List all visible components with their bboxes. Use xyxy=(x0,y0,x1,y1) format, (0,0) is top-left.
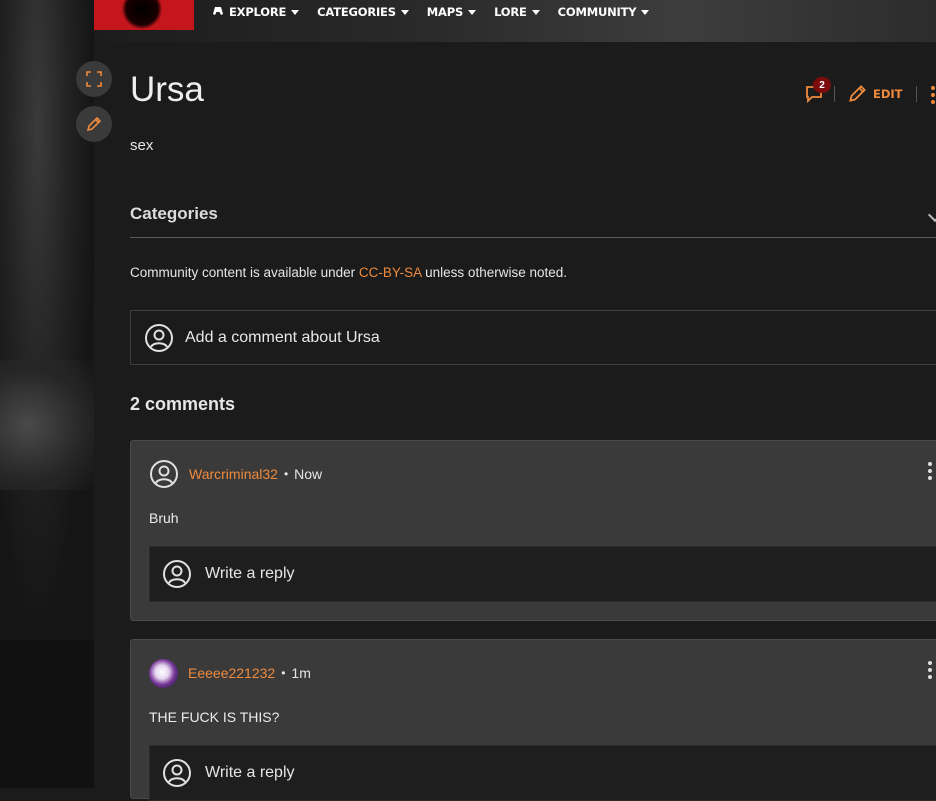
expand-button[interactable] xyxy=(76,61,112,97)
comment-author[interactable]: Eeeee221232 xyxy=(188,665,275,681)
nav-item-explore[interactable]: EXPLORE xyxy=(212,5,300,19)
nav-item-label: LORE xyxy=(494,5,527,19)
chevron-down-icon xyxy=(927,207,936,223)
caret-down-icon xyxy=(400,10,409,15)
caret-down-icon xyxy=(291,10,300,15)
user-avatar-icon xyxy=(163,759,191,787)
nav-item-maps[interactable]: MAPS xyxy=(426,5,477,19)
page-actions-more-button[interactable] xyxy=(931,85,935,105)
nav-item-community[interactable]: COMMUNITY xyxy=(558,5,650,19)
comments-heading: 2 comments xyxy=(130,394,236,414)
nav-menu: EXPLORE CATEGORIES MAPS LORE COMMUNITY xyxy=(212,5,667,19)
caret-down-icon xyxy=(641,10,650,15)
license-notice: Community content is available under CC-… xyxy=(130,265,567,280)
top-navigation: EXPLORE CATEGORIES MAPS LORE COMMUNITY xyxy=(94,0,936,42)
comment-more-button[interactable] xyxy=(928,461,934,483)
side-edit-button[interactable] xyxy=(76,106,112,142)
gamepad-icon xyxy=(212,5,224,19)
separator-dot: • xyxy=(281,666,286,680)
add-comment-input[interactable]: Add a comment about Ursa xyxy=(130,310,936,365)
user-avatar-icon xyxy=(150,460,178,488)
reply-placeholder: Write a reply xyxy=(205,764,295,781)
edit-label: EDIT xyxy=(873,86,903,101)
kebab-icon xyxy=(931,86,935,104)
edit-button[interactable]: EDIT xyxy=(848,84,903,103)
separator-dot: • xyxy=(283,467,289,481)
background-art xyxy=(0,0,94,640)
kebab-icon xyxy=(928,661,932,679)
comment-author[interactable]: Warcriminal32 xyxy=(189,466,278,482)
nav-item-label: CATEGORIES xyxy=(317,5,396,19)
user-avatar-icon xyxy=(163,560,191,588)
comment-header: Eeeee221232 • 1m xyxy=(149,658,311,688)
comment-text: Bruh xyxy=(149,510,179,526)
reply-input[interactable]: Write a reply xyxy=(149,745,936,801)
pencil-icon xyxy=(86,116,102,132)
page-title: Ursa xyxy=(130,70,204,109)
background-dark xyxy=(0,640,94,788)
comment-header: Warcriminal32 • Now xyxy=(149,459,322,489)
comment-count-badge: 2 xyxy=(813,77,831,93)
comment-text: THE FUCK IS THIS? xyxy=(149,709,280,725)
nav-item-categories[interactable]: CATEGORIES xyxy=(317,5,409,19)
divider xyxy=(916,86,917,102)
kebab-icon xyxy=(928,462,932,480)
nav-item-label: MAPS xyxy=(426,5,464,19)
comment-time: 1m xyxy=(291,665,311,681)
license-prefix: Community content is available under xyxy=(130,265,359,280)
comment-card: Warcriminal32 • Now Bruh Write a reply xyxy=(130,440,936,621)
license-suffix: unless otherwise noted. xyxy=(421,265,567,280)
caret-down-icon xyxy=(468,10,477,15)
avatar[interactable] xyxy=(149,658,178,688)
nav-item-label: EXPLORE xyxy=(229,5,287,19)
comment-card: Eeeee221232 • 1m THE FUCK IS THIS? Write… xyxy=(130,639,936,801)
comment-more-button[interactable] xyxy=(928,660,934,682)
nav-item-label: COMMUNITY xyxy=(557,5,637,19)
user-avatar-icon xyxy=(145,324,173,352)
categories-toggle[interactable]: Categories xyxy=(130,198,936,238)
comment-time: Now xyxy=(294,466,323,482)
wiki-logo[interactable] xyxy=(94,0,194,30)
reply-placeholder: Write a reply xyxy=(205,565,295,582)
pencil-icon xyxy=(849,85,866,102)
caret-down-icon xyxy=(531,10,540,15)
reply-input[interactable]: Write a reply xyxy=(149,546,936,602)
expand-icon xyxy=(86,71,102,87)
nav-item-lore[interactable]: LORE xyxy=(494,5,540,19)
divider xyxy=(834,86,835,102)
add-comment-placeholder: Add a comment about Ursa xyxy=(185,329,380,346)
categories-label: Categories xyxy=(130,204,218,223)
page-body-text: sex xyxy=(130,137,154,154)
license-link[interactable]: CC-BY-SA xyxy=(359,265,422,280)
